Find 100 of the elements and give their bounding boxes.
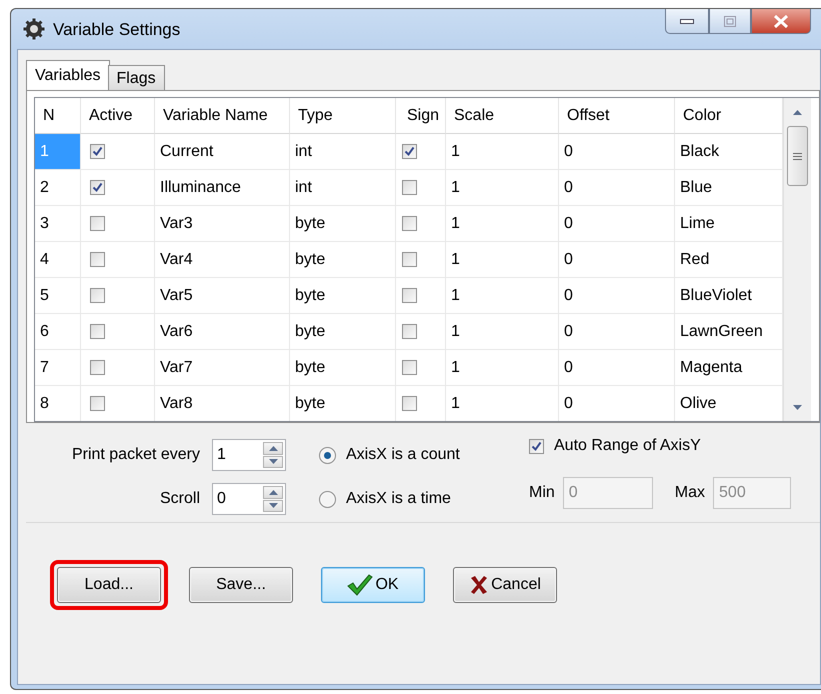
field-label: Scroll	[160, 490, 201, 508]
table-cell: Var5	[155, 278, 290, 314]
scroll-down-icon	[793, 404, 802, 410]
table-cell: 0	[559, 242, 675, 278]
table-cell: Var4	[155, 242, 290, 278]
grip-icon	[793, 152, 802, 160]
spin-down-button[interactable]	[263, 500, 283, 512]
minimize-button[interactable]	[665, 9, 709, 34]
column-header[interactable]: Sign	[396, 98, 446, 134]
tab[interactable]: Flags	[108, 65, 165, 91]
table-cell: byte	[290, 314, 396, 350]
table-cell: Illuminance	[155, 170, 290, 206]
row-number-cell[interactable]: 3	[35, 206, 81, 242]
table-cell: 0	[559, 170, 675, 206]
checkbox[interactable]	[402, 144, 417, 159]
maximize-button[interactable]	[709, 9, 751, 34]
table-cell: 0	[559, 314, 675, 350]
table-cell: Red	[675, 242, 783, 278]
window-title: Variable Settings	[53, 20, 182, 40]
dialog-button[interactable]: OK	[321, 567, 425, 603]
table-cell: 1	[446, 278, 559, 314]
checkbox[interactable]	[402, 396, 417, 411]
column-header[interactable]: Active	[81, 98, 155, 134]
checkbox[interactable]	[402, 252, 417, 267]
row-number-cell[interactable]: 2	[35, 170, 81, 206]
checkbox[interactable]	[90, 396, 105, 411]
spin-field[interactable]: 0	[213, 484, 261, 514]
radio-option[interactable]: AxisX is a time	[319, 490, 529, 508]
checkbox[interactable]	[90, 360, 105, 375]
radio-button[interactable]	[319, 446, 336, 464]
field-label: Min	[529, 484, 555, 502]
dialog-button[interactable]: Cancel	[453, 567, 557, 603]
table-cell: 1	[446, 206, 559, 242]
dialog-button[interactable]: Save...	[189, 567, 293, 603]
table-cell: Current	[155, 134, 290, 170]
checkbox[interactable]	[402, 324, 417, 339]
column-header[interactable]: Type	[290, 98, 396, 134]
spin-up-button[interactable]	[263, 486, 283, 498]
checkbox[interactable]	[402, 288, 417, 303]
table-cell: byte	[290, 242, 396, 278]
row-number-cell[interactable]: 5	[35, 278, 81, 314]
checkbox[interactable]	[90, 216, 105, 231]
checkbox[interactable]	[90, 288, 105, 303]
radio-option[interactable]: AxisX is a count	[319, 446, 529, 464]
vertical-scrollbar[interactable]	[783, 98, 811, 421]
column-header[interactable]: Variable Name	[155, 98, 290, 134]
radio-label: AxisX is a time	[346, 490, 451, 508]
spin-field[interactable]: 1	[213, 440, 261, 470]
radio-label: AxisX is a count	[346, 446, 460, 464]
column-header[interactable]: Offset	[559, 98, 675, 134]
checkbox[interactable]	[90, 252, 105, 267]
column-header[interactable]: N	[35, 98, 81, 134]
checkbox[interactable]	[90, 324, 105, 339]
row-number-cell[interactable]: 4	[35, 242, 81, 278]
radio-button[interactable]	[319, 490, 336, 508]
table-cell: Var3	[155, 206, 290, 242]
up-arrow-icon	[268, 490, 278, 495]
table-cell: 0	[559, 350, 675, 386]
table-cell: Magenta	[675, 350, 783, 386]
close-button[interactable]	[751, 9, 811, 34]
table-cell: int	[290, 170, 396, 206]
checkbox[interactable]	[402, 360, 417, 375]
cross-icon	[469, 575, 490, 595]
column-header[interactable]: Color	[675, 98, 783, 134]
table-cell: LawnGreen	[675, 314, 783, 350]
table-cell: int	[290, 134, 396, 170]
table-cell: 1	[446, 314, 559, 350]
spin-box[interactable]: 0	[212, 483, 286, 515]
checkbox[interactable]	[402, 216, 417, 231]
check-mark-icon	[347, 574, 374, 596]
tab[interactable]: Variables	[26, 60, 110, 91]
table-cell: 1	[446, 350, 559, 386]
spin-down-button[interactable]	[263, 456, 283, 468]
checkbox[interactable]	[90, 144, 105, 159]
column-header[interactable]: Scale	[446, 98, 559, 134]
gear-icon	[23, 18, 45, 40]
table-cell: byte	[290, 278, 396, 314]
scroll-thumb[interactable]	[787, 126, 808, 186]
maximize-icon	[724, 16, 736, 26]
row-number-cell[interactable]: 6	[35, 314, 81, 350]
checkbox[interactable]	[529, 438, 544, 454]
field-label: Print packet every	[72, 446, 201, 464]
spin-up-button[interactable]	[263, 442, 283, 454]
checkbox[interactable]	[402, 180, 417, 195]
table-cell: byte	[290, 350, 396, 386]
up-arrow-icon	[268, 446, 278, 451]
down-arrow-icon	[268, 503, 278, 508]
table-cell: 1	[446, 170, 559, 206]
row-number-cell[interactable]: 7	[35, 350, 81, 386]
table-cell: 1	[446, 134, 559, 170]
checkbox-label: Auto Range of AxisY	[554, 437, 701, 455]
table-cell: 0	[559, 278, 675, 314]
field-label: Max	[674, 484, 706, 502]
table-cell: Lime	[675, 206, 783, 242]
spin-box[interactable]: 1	[212, 439, 286, 471]
dialog-button[interactable]: Load...	[57, 567, 161, 603]
table-cell: 1	[446, 242, 559, 278]
table-cell: 0	[559, 134, 675, 170]
table-cell: BlueViolet	[675, 278, 783, 314]
checkbox[interactable]	[90, 180, 105, 195]
